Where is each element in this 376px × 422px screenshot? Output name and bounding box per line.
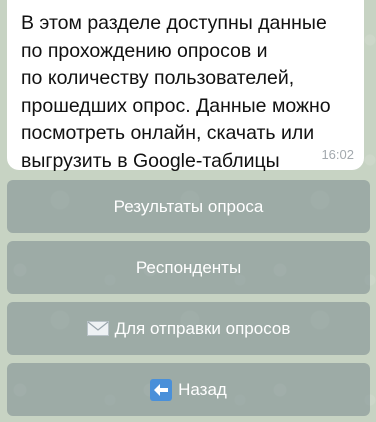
message-bubble: В этом разделе доступны данные по прохож… [7, 0, 364, 172]
envelope-icon [86, 321, 109, 336]
message-text: В этом разделе доступны данные по прохож… [21, 12, 331, 172]
respondents-label: Респонденты [135, 257, 242, 277]
send-surveys-button[interactable]: Для отправки опросов [7, 302, 370, 355]
back-button[interactable]: Назад [7, 363, 370, 416]
survey-results-button[interactable]: Результаты опроса [7, 180, 370, 233]
send-surveys-label: Для отправки опросов [114, 318, 291, 338]
message-timestamp: 16:02 [321, 147, 354, 162]
respondents-button[interactable]: Респонденты [7, 241, 370, 294]
back-label: Назад [178, 379, 227, 399]
back-arrow-icon [150, 378, 173, 401]
survey-results-label: Результаты опроса [113, 196, 264, 216]
